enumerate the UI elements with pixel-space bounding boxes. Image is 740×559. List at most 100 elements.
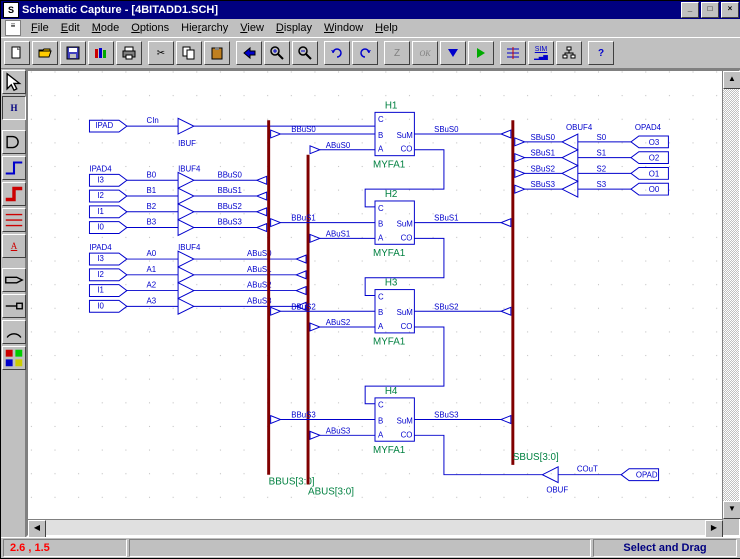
scroll-corner: [723, 519, 739, 535]
menu-window[interactable]: Window: [318, 21, 369, 35]
svg-text:B3: B3: [147, 218, 157, 227]
format-button[interactable]: Z: [384, 41, 410, 65]
svg-text:MYFA1: MYFA1: [373, 159, 405, 170]
svg-text:H2: H2: [385, 189, 398, 200]
svg-text:S3: S3: [597, 180, 607, 189]
print-button[interactable]: [116, 41, 142, 65]
svg-text:I0: I0: [97, 223, 104, 232]
svg-text:A3: A3: [147, 296, 157, 305]
svg-text:BBuS3: BBuS3: [217, 218, 242, 227]
svg-text:ABuS0: ABuS0: [326, 141, 351, 150]
undo-button[interactable]: [324, 41, 350, 65]
svg-text:BBuS1: BBuS1: [217, 186, 241, 195]
close-button[interactable]: ×: [721, 2, 739, 18]
redo-button[interactable]: [352, 41, 378, 65]
scroll-down-button[interactable]: ▼: [723, 501, 740, 519]
menu-help[interactable]: Help: [369, 21, 404, 35]
maximize-button[interactable]: □: [701, 2, 719, 18]
svg-text:BBuS1: BBuS1: [291, 214, 315, 223]
scroll-left-button[interactable]: ◀: [28, 520, 46, 538]
svg-text:A2: A2: [147, 281, 157, 290]
paste-button[interactable]: [204, 41, 230, 65]
svg-text:A1: A1: [147, 265, 157, 274]
bus-tool[interactable]: [2, 182, 26, 206]
scroll-up-button[interactable]: ▲: [723, 71, 740, 89]
svg-text:OBUF4: OBUF4: [566, 123, 593, 132]
ok-button[interactable]: OK: [412, 41, 438, 65]
open-button[interactable]: [32, 41, 58, 65]
svg-text:MYFA1: MYFA1: [373, 248, 405, 259]
svg-text:IBUF4: IBUF4: [178, 164, 201, 173]
hier-button[interactable]: [556, 41, 582, 65]
redraw-button[interactable]: [236, 41, 262, 65]
svg-text:B0: B0: [147, 170, 157, 179]
svg-text:A0: A0: [147, 249, 157, 258]
svg-text:H3: H3: [385, 278, 398, 289]
svg-text:S1: S1: [597, 149, 607, 158]
zoom-in-button[interactable]: [264, 41, 290, 65]
menu-options[interactable]: Options: [125, 21, 175, 35]
connect-button[interactable]: [500, 41, 526, 65]
minimize-button[interactable]: _: [681, 2, 699, 18]
zoom-out-button[interactable]: [292, 41, 318, 65]
svg-text:O0: O0: [649, 185, 660, 194]
new-button[interactable]: [4, 41, 30, 65]
svg-text:BBuS3: BBuS3: [291, 411, 316, 420]
status-message: [129, 539, 591, 557]
pin-tool[interactable]: [2, 294, 26, 318]
schematic-canvas[interactable]: C B A SuM CO IPAD CIn IBUF I3 I2 I1 I0 I…: [28, 71, 722, 519]
svg-text:I2: I2: [97, 270, 104, 279]
arc-tool[interactable]: [2, 320, 26, 344]
status-bar: 2.6 , 1.5 Select and Drag: [1, 537, 740, 558]
copy-button[interactable]: [176, 41, 202, 65]
sim-button[interactable]: SIM▁▃▅: [528, 41, 554, 65]
svg-text:OBUF: OBUF: [546, 485, 568, 494]
toolbar: ✂ Z OK SIM▁▃▅ ?: [1, 37, 740, 69]
svg-text:B2: B2: [147, 202, 157, 211]
svg-text:OPAD: OPAD: [636, 471, 658, 480]
menu-bar: ≡ File Edit Mode Options Hierarchy View …: [1, 19, 740, 37]
menu-edit[interactable]: Edit: [55, 21, 86, 35]
app-window: S Schematic Capture - [4BITADD1.SCH] _ □…: [0, 0, 740, 559]
library-button[interactable]: [88, 41, 114, 65]
horizontal-scrollbar[interactable]: ◀ ▶: [28, 519, 723, 535]
gate-tool[interactable]: [2, 130, 26, 154]
svg-text:O2: O2: [649, 154, 659, 163]
menu-display[interactable]: Display: [270, 21, 318, 35]
help-button[interactable]: ?: [588, 41, 614, 65]
menu-view[interactable]: View: [234, 21, 270, 35]
svg-text:CIn: CIn: [147, 116, 159, 125]
app-icon: S: [3, 2, 19, 18]
doc-icon[interactable]: ≡: [5, 20, 21, 36]
save-button[interactable]: [60, 41, 86, 65]
port-tool[interactable]: [2, 268, 26, 292]
svg-text:ABuS2: ABuS2: [326, 318, 350, 327]
menu-file[interactable]: File: [25, 21, 55, 35]
svg-text:IPAD: IPAD: [95, 121, 113, 130]
cut-button[interactable]: ✂: [148, 41, 174, 65]
menu-mode[interactable]: Mode: [86, 21, 126, 35]
nav-right-button[interactable]: [468, 41, 494, 65]
svg-text:H1: H1: [385, 100, 398, 111]
wire-tool[interactable]: [2, 156, 26, 180]
left-toolbar: H A: [1, 69, 26, 537]
svg-text:I2: I2: [97, 191, 104, 200]
nav-down-button[interactable]: [440, 41, 466, 65]
select-tool[interactable]: [2, 70, 26, 94]
menu-hierarchy[interactable]: Hierarchy: [175, 21, 234, 35]
svg-text:ABuS1: ABuS1: [326, 229, 350, 238]
svg-text:MYFA1: MYFA1: [373, 337, 405, 348]
title-bar: S Schematic Capture - [4BITADD1.SCH] _ □…: [1, 1, 740, 19]
svg-text:I3: I3: [97, 254, 104, 263]
netname-tool[interactable]: [2, 208, 26, 232]
text-tool[interactable]: A: [2, 234, 26, 258]
vertical-scrollbar[interactable]: ▲ ▼: [722, 71, 739, 519]
svg-text:I1: I1: [97, 207, 104, 216]
hier-tool[interactable]: H: [2, 96, 26, 120]
svg-text:SBUS[3:0]: SBUS[3:0]: [513, 452, 559, 463]
svg-text:S0: S0: [597, 133, 607, 142]
svg-text:H4: H4: [385, 386, 398, 397]
prefs-tool[interactable]: [2, 346, 26, 370]
svg-text:S2: S2: [597, 164, 607, 173]
scroll-right-button[interactable]: ▶: [705, 520, 723, 538]
